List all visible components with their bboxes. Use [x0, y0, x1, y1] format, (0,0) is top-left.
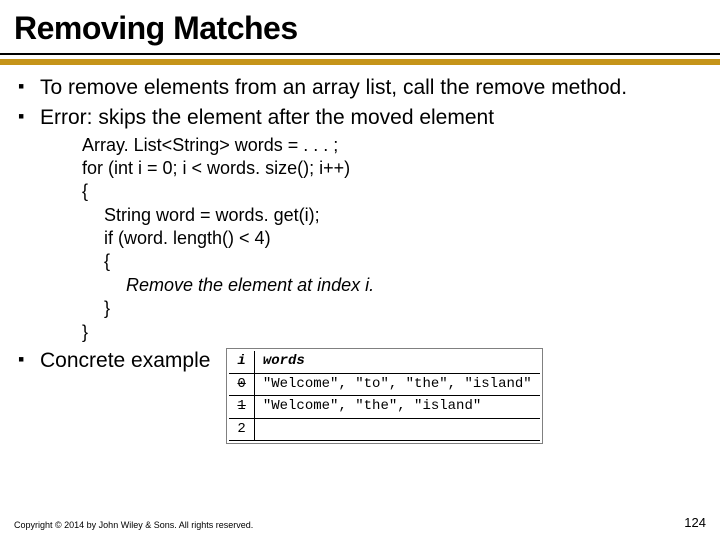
table-row: 2	[229, 418, 539, 441]
code-line: if (word. length() < 4)	[82, 227, 702, 250]
table-cell: 0	[237, 376, 245, 392]
example-table: i words 0 "Welcome", "to", "the", "islan…	[229, 351, 539, 441]
table-row: 1 "Welcome", "the", "island"	[229, 396, 539, 419]
code-line: {	[82, 250, 702, 273]
bullet-text: Error: skips the element after the moved…	[40, 106, 494, 129]
table-cell	[254, 418, 539, 441]
table-header-cell: words	[254, 351, 539, 373]
table-cell: "Welcome", "to", "the", "island"	[254, 373, 539, 396]
code-line: }	[82, 297, 702, 320]
slide-title: Removing Matches	[0, 0, 720, 53]
slide-body: To remove elements from an array list, c…	[0, 73, 720, 444]
page-number: 124	[684, 515, 706, 530]
code-line: String word = words. get(i);	[82, 204, 702, 227]
code-line: }	[82, 321, 702, 344]
code-line: Array. List<String> words = . . . ;	[82, 134, 702, 157]
table-cell: 1	[237, 398, 245, 414]
accent-bar	[0, 59, 720, 65]
example-table-frame: i words 0 "Welcome", "to", "the", "islan…	[226, 348, 542, 444]
bullet-list: To remove elements from an array list, c…	[18, 75, 702, 444]
copyright-footer: Copyright © 2014 by John Wiley & Sons. A…	[14, 520, 253, 530]
code-line-comment: Remove the element at index i.	[82, 274, 702, 297]
title-underline	[0, 53, 720, 55]
table-header-row: i words	[229, 351, 539, 373]
code-line: {	[82, 180, 702, 203]
bullet-text: To remove elements from an array list, c…	[40, 76, 627, 99]
bullet-text: Concrete example	[40, 348, 210, 374]
bullet-item: Error: skips the element after the moved…	[18, 105, 702, 344]
table-header-cell: i	[229, 351, 254, 373]
table-row: 0 "Welcome", "to", "the", "island"	[229, 373, 539, 396]
table-cell: "Welcome", "the", "island"	[254, 396, 539, 419]
bullet-item: To remove elements from an array list, c…	[18, 75, 702, 101]
code-block: Array. List<String> words = . . . ; for …	[40, 134, 702, 345]
slide: Removing Matches To remove elements from…	[0, 0, 720, 540]
bullet-item: Concrete example i words 0	[18, 348, 702, 444]
table-cell: 2	[237, 421, 245, 437]
code-line: for (int i = 0; i < words. size(); i++)	[82, 157, 702, 180]
